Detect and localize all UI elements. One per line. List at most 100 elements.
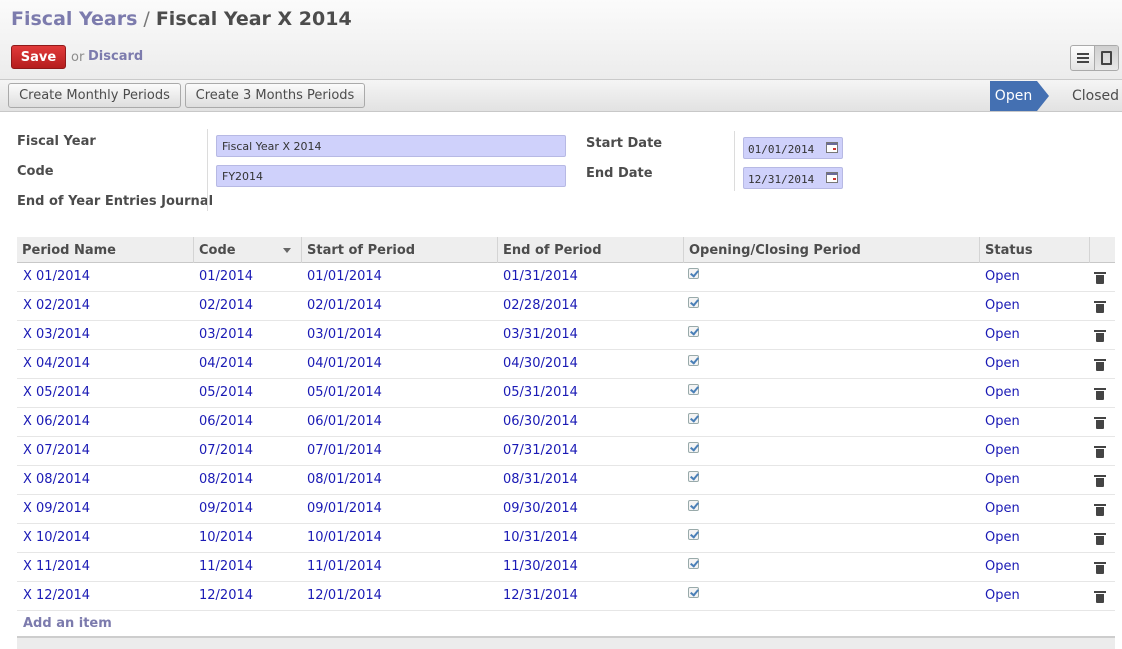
date-label-divider [734, 131, 735, 191]
status-cell: Open [985, 559, 1020, 574]
period-name-cell: X 05/2014 [23, 385, 91, 400]
period-name-cell: X 04/2014 [23, 356, 91, 371]
start-of-period-cell: 04/01/2014 [307, 356, 382, 371]
checkbox-checked-icon [688, 558, 699, 569]
start-of-period-cell: 01/01/2014 [307, 269, 382, 284]
start-of-period-cell: 11/01/2014 [307, 559, 382, 574]
trash-icon[interactable] [1094, 504, 1106, 516]
calendar-icon[interactable] [826, 172, 838, 183]
start-date-value: 01/01/2014 [748, 143, 815, 156]
or-text: or [71, 50, 85, 65]
status-cell: Open [985, 501, 1020, 516]
end-date-value: 12/31/2014 [748, 173, 815, 186]
trash-icon[interactable] [1094, 475, 1106, 487]
column-end-of-period[interactable]: End of Period [497, 237, 683, 263]
code-cell: 11/2014 [199, 559, 254, 574]
periods-table-header: Period Name Code Start of Period End of … [17, 237, 1115, 263]
trash-icon[interactable] [1094, 388, 1106, 400]
start-of-period-cell: 10/01/2014 [307, 530, 382, 545]
save-button[interactable]: Save [11, 45, 66, 69]
end-of-period-cell: 05/31/2014 [503, 385, 578, 400]
start-of-period-cell: 03/01/2014 [307, 327, 382, 342]
table-row[interactable]: X 02/2014 02/2014 02/01/2014 02/28/2014 Open [17, 292, 1115, 321]
state-closed[interactable]: Closed [1072, 88, 1119, 104]
end-of-period-cell: 01/31/2014 [503, 269, 578, 284]
period-name-cell: X 08/2014 [23, 472, 91, 487]
table-row[interactable]: X 01/2014 01/2014 01/01/2014 01/31/2014 Open [17, 263, 1115, 292]
status-cell: Open [985, 356, 1020, 371]
code-input[interactable]: FY2014 [216, 165, 566, 187]
breadcrumb: Fiscal Years / Fiscal Year X 2014 [11, 8, 352, 30]
trash-icon[interactable] [1094, 359, 1106, 371]
period-name-cell: X 06/2014 [23, 414, 91, 429]
table-row[interactable]: X 08/2014 08/2014 08/01/2014 08/31/2014 Open [17, 466, 1115, 495]
list-view-button[interactable] [1071, 46, 1094, 70]
period-name-cell: X 12/2014 [23, 588, 91, 603]
column-period-name[interactable]: Period Name [17, 237, 193, 263]
table-row[interactable]: X 03/2014 03/2014 03/01/2014 03/31/2014 Open [17, 321, 1115, 350]
trash-icon[interactable] [1094, 301, 1106, 313]
code-cell: 08/2014 [199, 472, 254, 487]
trash-icon[interactable] [1094, 533, 1106, 545]
create-3-months-periods-button[interactable]: Create 3 Months Periods [185, 83, 365, 108]
code-cell: 12/2014 [199, 588, 254, 603]
status-cell: Open [985, 588, 1020, 603]
fiscal-year-label: Fiscal Year [17, 134, 96, 149]
code-cell: 09/2014 [199, 501, 254, 516]
column-status[interactable]: Status [979, 237, 1089, 263]
table-row[interactable]: X 05/2014 05/2014 05/01/2014 05/31/2014 Open [17, 379, 1115, 408]
trash-icon[interactable] [1094, 591, 1106, 603]
table-row[interactable]: X 10/2014 10/2014 10/01/2014 10/31/2014 Open [17, 524, 1115, 553]
end-of-period-cell: 02/28/2014 [503, 298, 578, 313]
checkbox-checked-icon [688, 355, 699, 366]
form-view-button[interactable] [1094, 46, 1118, 70]
trash-icon[interactable] [1094, 272, 1106, 284]
start-date-input[interactable]: 01/01/2014 [743, 137, 843, 159]
table-row[interactable]: X 11/2014 11/2014 11/01/2014 11/30/2014 Open [17, 553, 1115, 582]
create-monthly-periods-button[interactable]: Create Monthly Periods [8, 83, 181, 108]
end-of-period-cell: 07/31/2014 [503, 443, 578, 458]
period-name-cell: X 11/2014 [23, 559, 91, 574]
period-name-cell: X 09/2014 [23, 501, 91, 516]
code-cell: 05/2014 [199, 385, 254, 400]
column-opening-closing-period[interactable]: Opening/Closing Period [683, 237, 979, 263]
form-header: Fiscal Years / Fiscal Year X 2014 Save or … [0, 0, 1122, 80]
checkbox-checked-icon [688, 587, 699, 598]
code-cell: 10/2014 [199, 530, 254, 545]
table-row[interactable]: X 06/2014 06/2014 06/01/2014 06/30/2014 Open [17, 408, 1115, 437]
end-date-input[interactable]: 12/31/2014 [743, 167, 843, 189]
checkbox-checked-icon [688, 413, 699, 424]
checkbox-checked-icon [688, 268, 699, 279]
state-open[interactable]: Open [990, 81, 1037, 111]
table-row[interactable]: X 04/2014 04/2014 04/01/2014 04/30/2014 Open [17, 350, 1115, 379]
end-of-period-cell: 08/31/2014 [503, 472, 578, 487]
code-cell: 04/2014 [199, 356, 254, 371]
end-of-period-cell: 12/31/2014 [503, 588, 578, 603]
breadcrumb-parent-link[interactable]: Fiscal Years [11, 8, 137, 30]
add-item-link[interactable]: Add an item [23, 616, 112, 631]
discard-link[interactable]: Discard [88, 49, 143, 64]
breadcrumb-separator: / [143, 8, 150, 30]
checkbox-checked-icon [688, 529, 699, 540]
table-row[interactable]: X 07/2014 07/2014 07/01/2014 07/31/2014 Open [17, 437, 1115, 466]
trash-icon[interactable] [1094, 330, 1106, 342]
period-name-cell: X 03/2014 [23, 327, 91, 342]
status-cell: Open [985, 472, 1020, 487]
period-name-cell: X 07/2014 [23, 443, 91, 458]
calendar-icon[interactable] [826, 142, 838, 153]
trash-icon[interactable] [1094, 446, 1106, 458]
trash-icon[interactable] [1094, 417, 1106, 429]
fiscal-year-input[interactable]: Fiscal Year X 2014 [216, 135, 566, 157]
checkbox-checked-icon [688, 384, 699, 395]
column-code[interactable]: Code [193, 237, 301, 263]
column-start-of-period[interactable]: Start of Period [301, 237, 497, 263]
column-actions [1089, 237, 1115, 263]
table-row[interactable]: X 09/2014 09/2014 09/01/2014 09/30/2014 Open [17, 495, 1115, 524]
start-of-period-cell: 08/01/2014 [307, 472, 382, 487]
table-footer [17, 636, 1115, 649]
trash-icon[interactable] [1094, 562, 1106, 574]
start-of-period-cell: 09/01/2014 [307, 501, 382, 516]
status-cell: Open [985, 269, 1020, 284]
table-row[interactable]: X 12/2014 12/2014 12/01/2014 12/31/2014 Open [17, 582, 1115, 611]
end-of-period-cell: 10/31/2014 [503, 530, 578, 545]
